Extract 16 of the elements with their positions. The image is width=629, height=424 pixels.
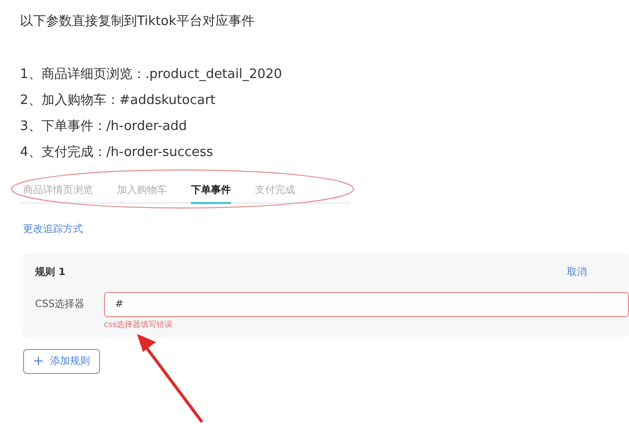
tab[interactable]: 加入购物车: [117, 183, 167, 202]
list-item: 1、商品详细页浏览：.product_detail_2020: [20, 66, 284, 84]
rule-title: 规则 1: [35, 266, 66, 280]
css-selector-field[interactable]: #: [104, 292, 629, 317]
add-rule-button[interactable]: + 添加规则: [23, 349, 100, 374]
list-item: 2、加入购物车：#addskutocart: [20, 92, 216, 110]
cancel-link[interactable]: 取消: [567, 265, 587, 280]
list-item: 4、支付完成：/h-order-success: [20, 144, 214, 162]
tab[interactable]: 商品详情页浏览: [23, 183, 93, 202]
tab[interactable]: 下单事件: [191, 183, 231, 204]
intro-text: 以下参数直接复制到Tiktok平台对应事件: [20, 13, 256, 31]
list-item: 3、下单事件：/h-order-add: [20, 118, 188, 136]
tab[interactable]: 支付完成: [255, 183, 295, 202]
error-message: css选择器填写错误: [104, 319, 173, 331]
field-label: CSS选择器: [35, 298, 86, 312]
change-tracking-link[interactable]: 更改追踪方式: [23, 222, 83, 237]
